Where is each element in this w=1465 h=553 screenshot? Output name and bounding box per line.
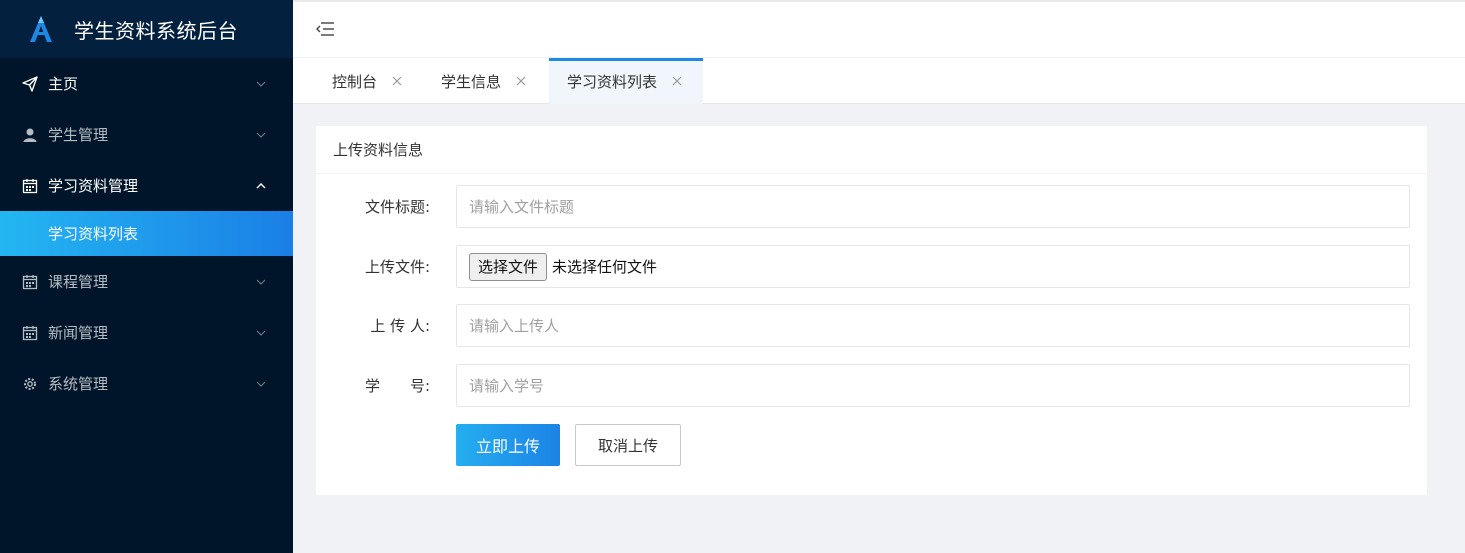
chevron-down-icon xyxy=(255,129,267,141)
file-title-input[interactable] xyxy=(469,197,1409,216)
chevron-down-icon xyxy=(255,276,267,288)
sidebar-item-label: 新闻管理 xyxy=(48,324,109,342)
student-id-field xyxy=(456,364,1410,407)
user-icon xyxy=(22,127,38,143)
uploader-input[interactable] xyxy=(469,316,1409,335)
field-label: 上传文件: xyxy=(364,258,430,276)
field-label: 上 传 人: xyxy=(370,317,430,335)
file-upload-field: 选择文件 未选择任何文件 xyxy=(456,245,1410,288)
chevron-down-icon xyxy=(255,327,267,339)
tab-label: 控制台 xyxy=(332,72,378,91)
sidebar: 学生资料系统后台 主页 学生管理 学习资料管理 学习资料列表 课程管理 新闻管理… xyxy=(0,0,293,553)
sidebar-item-courses[interactable]: 课程管理 xyxy=(0,256,293,307)
tab-materials-list[interactable]: 学习资料列表 xyxy=(549,58,704,104)
upload-now-button[interactable]: 立即上传 xyxy=(456,424,560,466)
form-row-file: 上传文件: 选择文件 未选择任何文件 xyxy=(316,245,1427,288)
sidebar-item-materials[interactable]: 学习资料管理 xyxy=(0,160,293,211)
close-icon[interactable] xyxy=(671,75,683,87)
sidebar-item-label: 系统管理 xyxy=(48,375,109,393)
tab-student-info[interactable]: 学生信息 xyxy=(425,58,549,104)
chevron-up-icon xyxy=(255,180,267,192)
close-icon[interactable] xyxy=(515,75,527,87)
cancel-upload-button[interactable]: 取消上传 xyxy=(575,424,681,466)
uploader-field xyxy=(456,304,1410,347)
menu-fold-icon[interactable] xyxy=(315,20,335,38)
calendar-icon xyxy=(22,325,38,341)
logo-icon xyxy=(30,16,52,42)
choose-file-button[interactable]: 选择文件 xyxy=(469,252,548,281)
field-label: 学 号: xyxy=(364,377,430,395)
tab-bar: 控制台 学生信息 学习资料列表 xyxy=(293,58,1465,104)
calendar-icon xyxy=(22,274,38,290)
tab-console[interactable]: 控制台 xyxy=(293,58,425,104)
sidebar-item-home[interactable]: 主页 xyxy=(0,58,293,109)
chevron-down-icon xyxy=(255,78,267,90)
file-status-text: 未选择任何文件 xyxy=(552,258,658,276)
sidebar-item-students[interactable]: 学生管理 xyxy=(0,109,293,160)
close-icon[interactable] xyxy=(391,75,403,87)
sidebar-item-system[interactable]: 系统管理 xyxy=(0,358,293,409)
sidebar-item-label: 主页 xyxy=(48,75,79,93)
chevron-down-icon xyxy=(255,378,267,390)
sidebar-item-news[interactable]: 新闻管理 xyxy=(0,307,293,358)
calendar-icon xyxy=(22,178,38,194)
logo-area: 学生资料系统后台 xyxy=(0,0,293,58)
sidebar-item-label: 学生管理 xyxy=(48,126,109,144)
sidebar-subitem-materials-list[interactable]: 学习资料列表 xyxy=(0,211,293,256)
field-label: 文件标题: xyxy=(364,198,430,216)
upload-card: 上传资料信息 文件标题: 上传文件: 选择文件 未选择任何文件 上 传 人: 学… xyxy=(316,126,1427,495)
form-row-uploader: 上 传 人: xyxy=(316,304,1427,347)
gear-icon xyxy=(22,376,38,392)
form-row-student-id: 学 号: xyxy=(316,364,1427,407)
app-title: 学生资料系统后台 xyxy=(74,18,238,43)
sidebar-item-label: 课程管理 xyxy=(48,273,109,291)
tab-label: 学生信息 xyxy=(441,72,502,91)
form-row-title: 文件标题: xyxy=(316,185,1427,228)
send-icon xyxy=(22,75,38,92)
student-id-input[interactable] xyxy=(469,376,1409,395)
sidebar-item-label: 学习资料管理 xyxy=(48,177,139,195)
tab-label: 学习资料列表 xyxy=(567,72,658,91)
top-header xyxy=(293,0,1465,58)
card-title: 上传资料信息 xyxy=(316,126,1427,174)
file-title-field xyxy=(456,185,1410,228)
